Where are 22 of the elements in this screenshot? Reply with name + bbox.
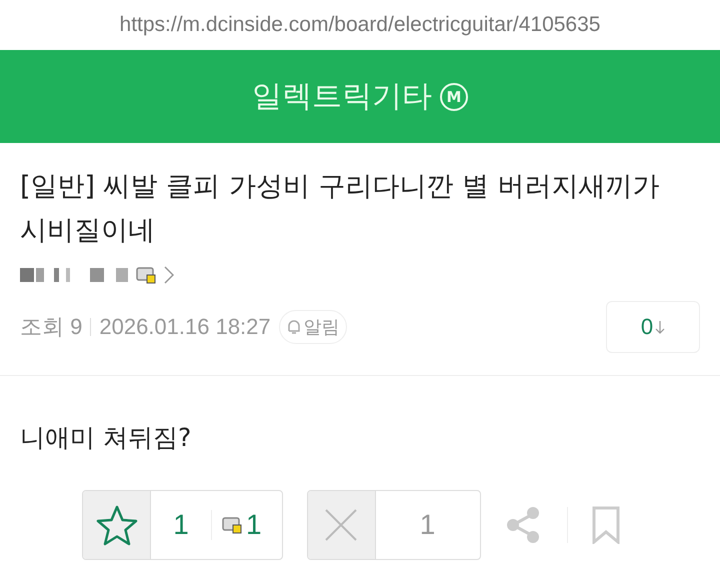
- minor-gallery-badge: M: [440, 82, 468, 110]
- downvote-count: 1: [418, 508, 436, 542]
- comment-count-button[interactable]: 0: [606, 301, 700, 353]
- close-x-icon: [324, 508, 358, 542]
- bell-icon: [286, 318, 302, 336]
- lock-badge-icon: [222, 515, 244, 535]
- post-title: [일반] 씨발 클피 가성비 구리다니깐 별 버러지새끼가 시비질이네: [19, 170, 661, 248]
- fixed-upvote-count: 1: [246, 509, 262, 541]
- address-bar-url[interactable]: https://m.dcinside.com/board/electricguitar/4105635: [0, 0, 720, 50]
- upvote-count: 1: [172, 508, 190, 542]
- upvote-button[interactable]: [83, 491, 151, 559]
- chevron-right-icon[interactable]: [164, 266, 174, 284]
- board-title[interactable]: 일렉트릭기타: [252, 76, 432, 117]
- post-body: 니애미 쳐뒤짐?: [19, 422, 192, 454]
- down-arrow-icon: [655, 320, 666, 334]
- star-icon: [94, 504, 138, 546]
- alert-button[interactable]: 알림: [278, 310, 347, 344]
- bookmark-icon[interactable]: [592, 506, 620, 544]
- downvote-button[interactable]: [308, 491, 376, 559]
- view-count: 조회 9: [20, 313, 82, 341]
- post-date: 2026.01.16 18:27: [99, 314, 271, 340]
- lock-badge-icon: [136, 265, 158, 285]
